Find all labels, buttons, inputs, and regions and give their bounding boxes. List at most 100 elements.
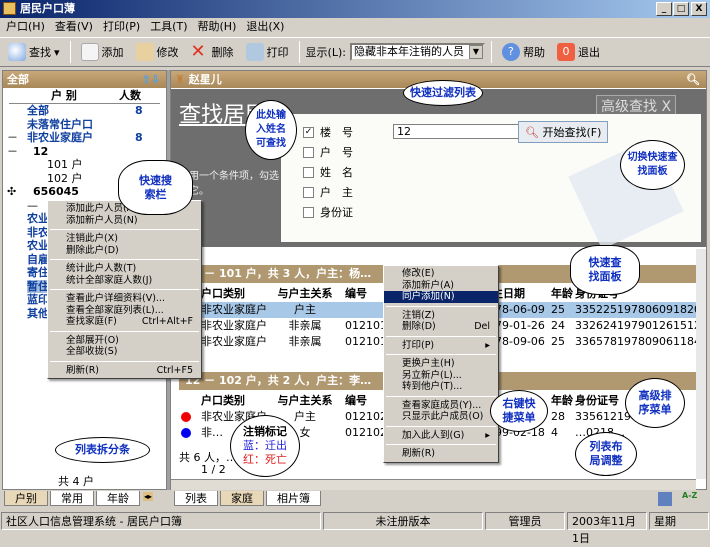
column-header[interactable]: 与户主关系 [269,392,341,408]
context-menu-item[interactable]: 全部收拢(S) [48,346,201,358]
search-field-checkbox[interactable]: 户 号 [303,142,353,162]
expand-toggle-icon[interactable] [7,104,27,118]
minimize-button[interactable]: _ [656,2,672,16]
add-button[interactable]: 添加 [77,40,128,64]
tree-item[interactable]: 未落常住户口 [3,118,166,132]
expand-toggle-icon[interactable] [7,293,27,307]
context-menu-item[interactable]: 全部展开(O) [48,335,201,347]
horizontal-scrollbar[interactable] [171,479,696,490]
close-search-icon[interactable]: X [661,99,671,115]
column-header[interactable]: 年龄 [551,285,575,301]
tab-view[interactable]: 列表 [174,491,218,506]
column-header[interactable]: 户口类别 [179,392,269,408]
context-menu-item[interactable]: 删除(D) Del [384,321,498,333]
menu-item-label: 查看此户详细资料(V)... [66,293,165,304]
context-menu-item[interactable]: 只显示此户成员(O) [384,411,498,423]
expand-toggle-icon[interactable] [7,172,27,186]
expand-toggle-icon[interactable] [7,280,27,294]
context-menu-item[interactable]: 注销(Z) [384,310,498,322]
column-layout-icon[interactable] [658,492,672,506]
delete-button[interactable]: ✕ 删除 [187,40,238,64]
context-menu-item[interactable]: 加入此人到(G) ▸ [384,430,498,442]
close-button[interactable]: X [691,2,707,16]
tree-item[interactable]: 全部 8 [3,104,166,118]
expand-toggle-icon[interactable]: ✣ [7,185,27,199]
expand-toggle-icon[interactable] [7,212,27,226]
expand-toggle-icon[interactable] [7,253,27,267]
context-menu-item[interactable]: 打印(P) ▸ [384,340,498,352]
checkbox[interactable] [303,186,314,198]
expand-toggle-icon[interactable]: － [7,131,27,145]
column-header[interactable]: 年龄 [551,392,575,408]
search-field-checkbox[interactable]: 姓 名 [303,162,353,182]
context-menu-item[interactable]: 添加新户(A) [384,280,498,292]
start-search-button[interactable]: 🔍︎ 开始查找(F) [518,121,609,143]
tab-left[interactable]: 常用 [50,491,94,506]
toggle-search-icon[interactable]: 🔍︎ [686,71,700,88]
menu-item[interactable]: 查看(V) [55,18,93,36]
edit-button[interactable]: 修改 [132,40,183,64]
tab-left[interactable]: 年龄 [96,491,140,506]
find-label: 查找 [29,46,51,59]
tree-item[interactable]: － 12 [3,145,166,159]
menu-item[interactable]: 工具(T) [150,18,187,36]
expand-toggle-icon[interactable] [7,266,27,280]
context-menu-item[interactable]: 统计此户人数(T) [48,263,201,275]
sort-arrows-icon[interactable]: ⇧⇩ [142,71,160,88]
tab-left[interactable]: 户别 [4,491,48,506]
tab-scroll-arrows-icon[interactable]: ◂▸ [143,492,154,501]
expand-toggle-icon[interactable] [7,118,27,132]
expand-toggle-icon[interactable]: － [7,145,27,159]
search-field-checkbox[interactable]: 身份证 [303,202,353,222]
context-menu-item[interactable]: 查看家庭成员(Y)... [384,400,498,412]
context-menu-item[interactable]: 统计全部家庭人数(J) [48,275,201,287]
menu-item[interactable]: 帮助(H) [198,18,237,36]
help-button[interactable]: ? 帮助 [498,40,549,64]
column-header[interactable]: 与户主关系 [269,285,341,301]
context-menu-item[interactable]: 同户添加(N) [384,291,498,303]
print-button[interactable]: 打印 [242,40,293,64]
context-menu-item[interactable]: 查看此户详细资料(V)... [48,293,201,305]
context-menu-item[interactable]: 查看全部家庭列表(L)... [48,305,201,317]
vertical-scrollbar[interactable] [696,249,706,479]
context-menu-item[interactable]: 刷新(R) Ctrl+F5 [48,365,201,377]
column-household-type[interactable]: 户 别 [9,88,119,103]
context-menu-item[interactable]: 删除此户(D) [48,245,201,257]
expand-toggle-icon[interactable] [7,199,27,213]
page-indicator: 1 / 2 [201,463,226,476]
find-button[interactable]: 查找 ▾ [4,40,64,64]
search-field-checkbox[interactable]: ✓ 楼 号 [303,122,353,142]
checkbox[interactable] [303,206,314,218]
column-count[interactable]: 人数 [119,88,141,103]
context-menu-item[interactable]: 查找家庭(F) Ctrl+Alt+F [48,316,201,328]
expand-toggle-icon[interactable] [7,307,27,321]
expand-toggle-icon[interactable] [7,226,27,240]
exit-button[interactable]: 0 退出 [553,40,604,64]
tab-view[interactable]: 相片簿 [266,491,321,506]
context-menu-item[interactable]: 刷新(R) [384,448,498,460]
search-field-checkbox[interactable]: 户 主 [303,182,353,202]
expand-toggle-icon[interactable] [7,158,27,172]
context-menu-item[interactable]: 更换户主(H) [384,358,498,370]
checkbox[interactable]: ✓ [303,126,314,138]
checkbox[interactable] [303,146,314,158]
menu-item[interactable]: 打印(P) [103,18,140,36]
context-menu-item[interactable]: 转到他户(T)... [384,381,498,393]
maximize-button[interactable]: □ [673,2,689,16]
table-cell: 28 [551,410,565,423]
expand-toggle-icon[interactable] [7,239,27,253]
menu-item[interactable]: 户口(H) [6,18,45,36]
display-filter-select[interactable]: 隐藏非本年注销的人员 ▼ [349,43,485,61]
sort-menu-icon[interactable]: A-Z [682,491,697,500]
context-menu-item[interactable]: 修改(E) [384,268,498,280]
context-menu-item[interactable]: 注销此户(X) [48,233,201,245]
context-menu-item[interactable]: 另立新户(L)... [384,370,498,382]
context-menu-item[interactable]: 添加新户人员(N) [48,215,201,227]
chevron-down-icon[interactable]: ▼ [468,45,483,59]
search-value-input[interactable]: 12 [393,124,533,139]
tree-item[interactable]: －非农业家庭户 8 [3,131,166,145]
checkbox[interactable] [303,166,314,178]
tab-view[interactable]: 家庭 [220,491,264,506]
menu-item[interactable]: 退出(X) [246,18,284,36]
callout-layout: 列表布局调整 [575,432,637,476]
